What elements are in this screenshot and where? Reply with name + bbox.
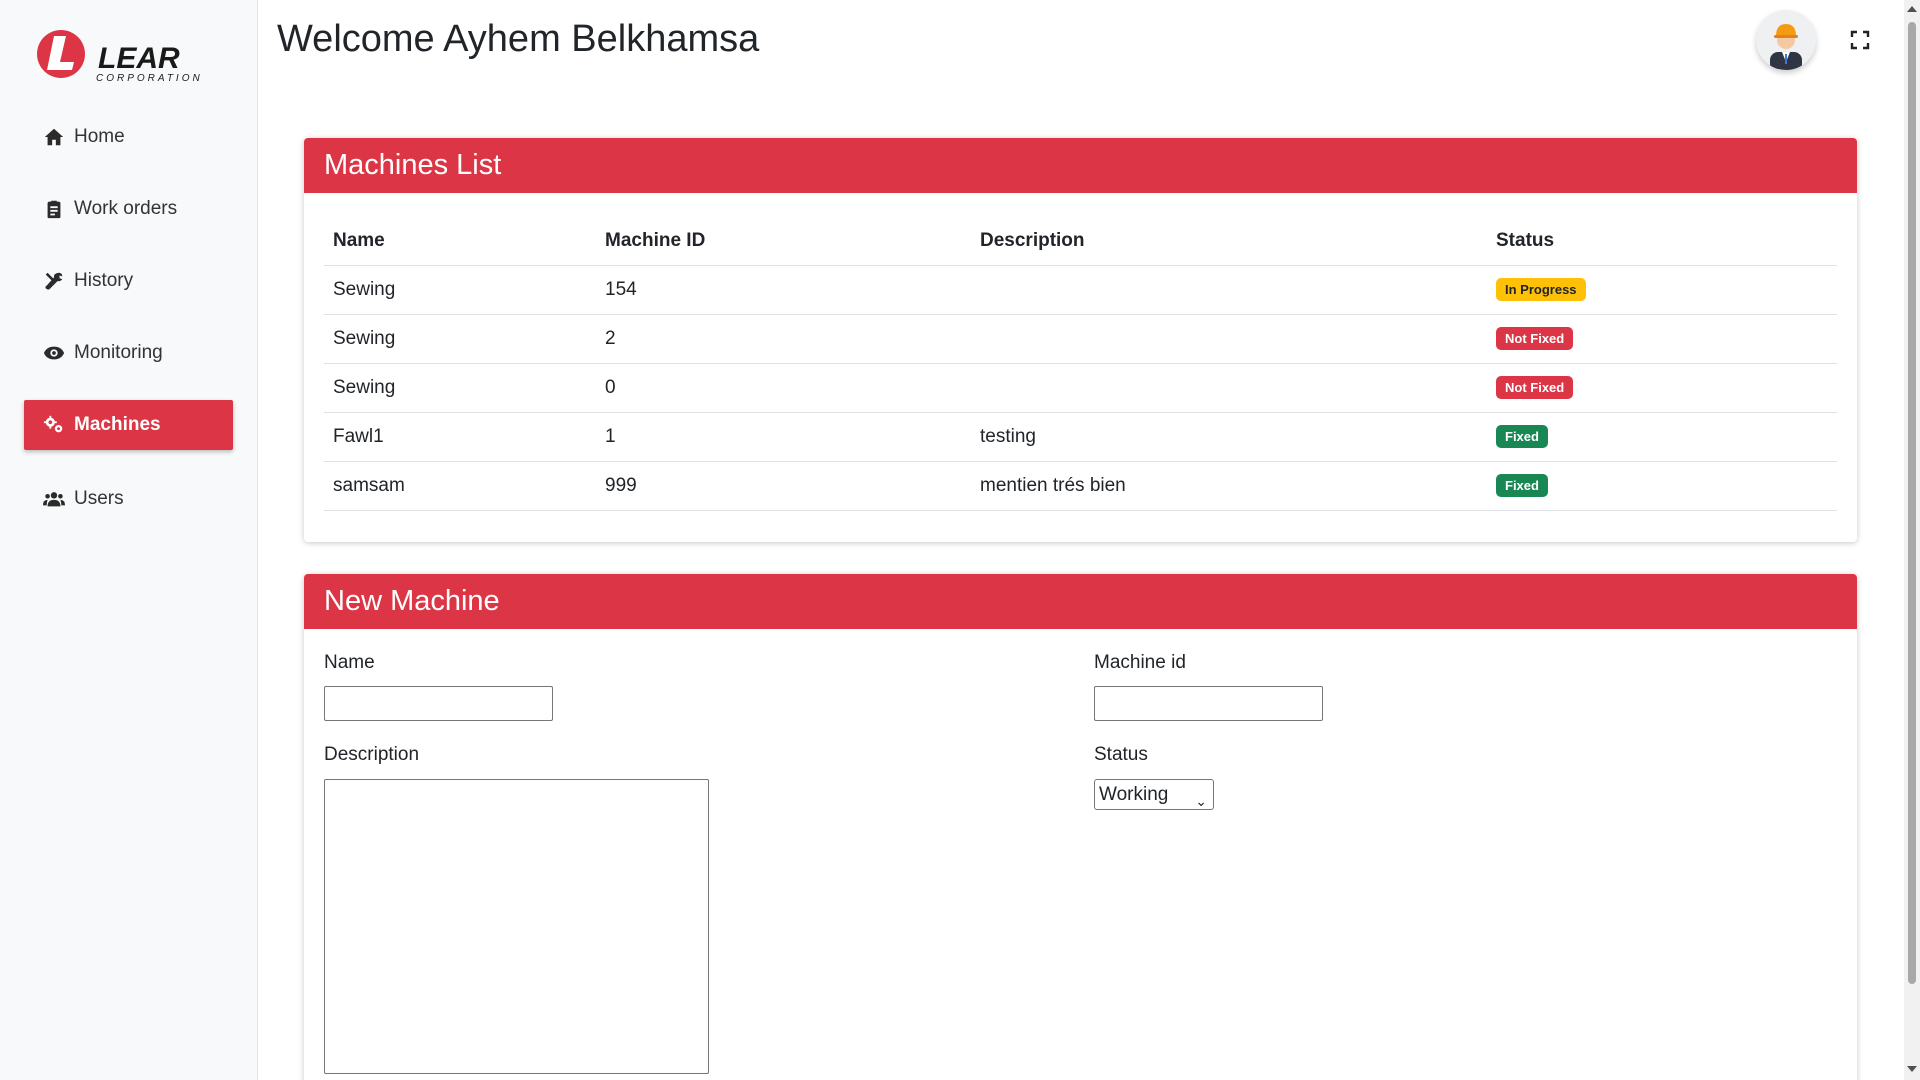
sidebar-item-label: Users <box>74 488 124 509</box>
table-row[interactable]: samsam 999 mentien trés bien Fixed <box>324 461 1837 511</box>
machine-description-cell: mentien trés bien <box>971 461 1487 511</box>
table-row[interactable]: Fawl1 1 testing Fixed <box>324 412 1837 462</box>
gears-icon <box>42 413 66 437</box>
machine-description-cell <box>971 363 1487 413</box>
status-badge: Not Fixed <box>1496 376 1574 399</box>
machine-name-cell: Sewing <box>324 314 596 364</box>
tools-icon <box>42 269 66 293</box>
column-header-name: Name <box>324 217 596 266</box>
sidebar-item-history[interactable]: History <box>24 256 233 306</box>
machine-description-cell <box>971 265 1487 315</box>
sidebar-item-machines[interactable]: Machines <box>24 400 233 450</box>
page-title: Welcome Ayhem Belkhamsa <box>277 18 760 60</box>
sidebar: LEAR CORPORATION Home Work orders Histor… <box>0 0 258 1080</box>
table-header-row: Name Machine ID Description Status <box>324 217 1837 266</box>
scroll-down-arrow[interactable] <box>1907 1066 1917 1072</box>
clipboard-icon <box>42 197 66 221</box>
name-input[interactable] <box>324 686 553 721</box>
scroll-thumb[interactable] <box>1908 22 1916 984</box>
fullscreen-icon[interactable] <box>1848 28 1872 52</box>
sidebar-item-monitoring[interactable]: Monitoring <box>24 328 233 378</box>
machine-status-cell: Fixed <box>1487 461 1837 511</box>
sidebar-item-label: Home <box>74 126 125 147</box>
sidebar-item-home[interactable]: Home <box>24 112 233 162</box>
sidebar-item-users[interactable]: Users <box>24 474 233 524</box>
machines-list-card: Machines List Name Machine ID Descriptio… <box>304 138 1857 542</box>
machine-id-cell: 154 <box>596 265 971 315</box>
machine-name-cell: Sewing <box>324 265 596 315</box>
sidebar-item-label: History <box>74 270 134 291</box>
sidebar-item-label: Monitoring <box>74 342 163 363</box>
machine-description-cell <box>971 314 1487 364</box>
machine-id-label: Machine id <box>1094 652 1186 673</box>
logo-subtext: CORPORATION <box>96 73 203 84</box>
machine-description-cell: testing <box>971 412 1487 462</box>
machine-id-cell: 0 <box>596 363 971 413</box>
machine-id-cell: 999 <box>596 461 971 511</box>
status-badge: Not Fixed <box>1496 327 1574 350</box>
users-icon <box>42 487 66 511</box>
machine-name-cell: Sewing <box>324 363 596 413</box>
status-label: Status <box>1094 744 1148 765</box>
avatar[interactable] <box>1756 10 1816 70</box>
machines-list-title: Machines List <box>304 138 1857 193</box>
table-row[interactable]: Sewing 2 Not Fixed <box>324 314 1837 364</box>
machine-id-input[interactable] <box>1094 686 1323 721</box>
machine-status-cell: Fixed <box>1487 412 1837 462</box>
machine-status-cell: Not Fixed <box>1487 363 1837 413</box>
status-select[interactable]: Working ⌄ <box>1094 779 1214 810</box>
machine-id-cell: 2 <box>596 314 971 364</box>
home-icon <box>42 125 66 149</box>
eye-icon <box>42 341 66 365</box>
scroll-up-arrow[interactable] <box>1907 6 1917 12</box>
new-machine-card: New Machine Name Description Machine id … <box>304 574 1857 1080</box>
column-header-status: Status <box>1487 217 1837 266</box>
machine-name-cell: samsam <box>324 461 596 511</box>
status-badge: Fixed <box>1496 474 1548 497</box>
logo-text: LEAR <box>98 42 180 75</box>
status-select-value: Working <box>1099 784 1169 805</box>
machine-status-cell: In Progress <box>1487 265 1837 315</box>
sidebar-item-work-orders[interactable]: Work orders <box>24 184 233 234</box>
machine-status-cell: Not Fixed <box>1487 314 1837 364</box>
chevron-down-icon: ⌄ <box>1195 793 1207 809</box>
description-label: Description <box>324 744 420 765</box>
status-badge: Fixed <box>1496 425 1548 448</box>
machines-table: Name Machine ID Description Status Sewin… <box>324 217 1837 511</box>
column-header-machine-id: Machine ID <box>596 217 971 266</box>
table-row[interactable]: Sewing 154 In Progress <box>324 265 1837 315</box>
lear-logo[interactable]: LEAR CORPORATION <box>36 26 226 86</box>
status-badge: In Progress <box>1496 278 1586 301</box>
sidebar-item-label: Work orders <box>74 198 178 219</box>
page-scrollbar[interactable] <box>1904 0 1920 1080</box>
new-machine-title: New Machine <box>304 574 1857 629</box>
machine-name-cell: Fawl1 <box>324 412 596 462</box>
description-textarea[interactable] <box>324 779 709 1074</box>
table-row[interactable]: Sewing 0 Not Fixed <box>324 363 1837 413</box>
column-header-description: Description <box>971 217 1487 266</box>
name-label: Name <box>324 652 375 673</box>
machine-id-cell: 1 <box>596 412 971 462</box>
sidebar-item-label: Machines <box>74 414 161 435</box>
